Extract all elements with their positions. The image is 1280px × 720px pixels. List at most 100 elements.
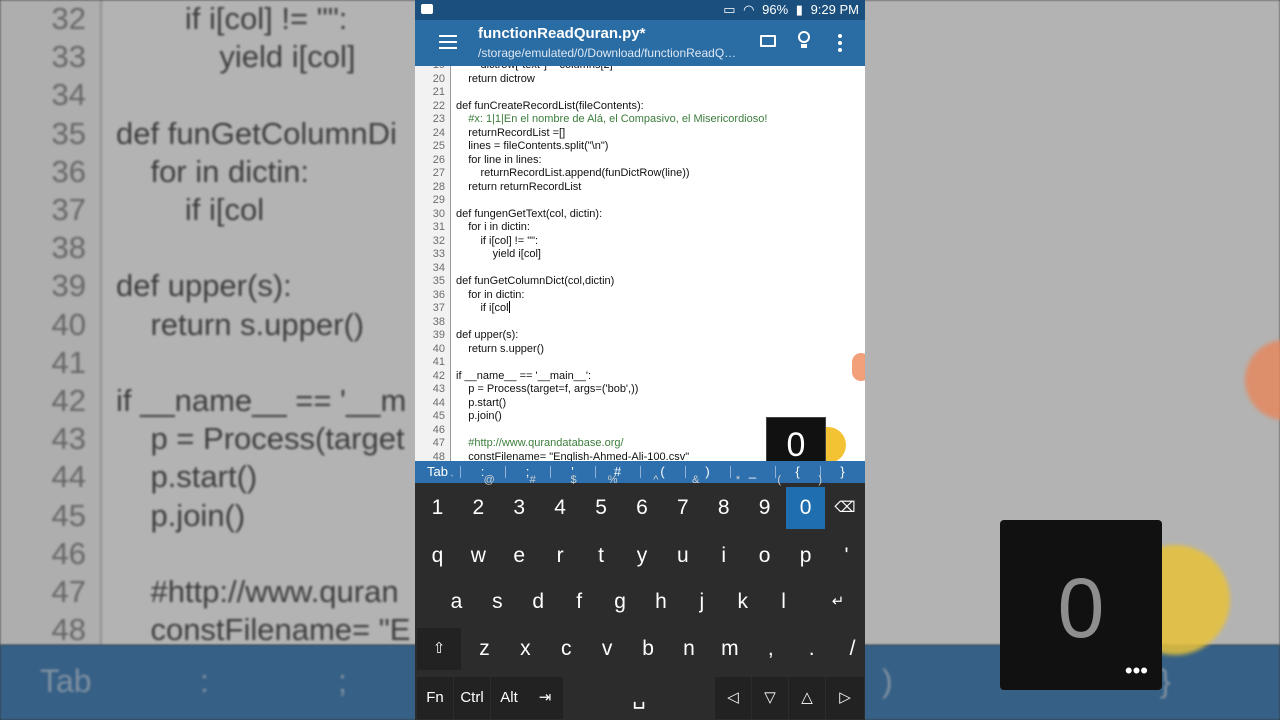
status-right: ▭ ◠ 96% ▮ 9:29 PM	[719, 2, 859, 18]
key-c[interactable]: c	[547, 628, 586, 670]
code-line: 44 p.start()	[415, 396, 865, 410]
key-9[interactable]: 9(	[745, 474, 784, 529]
key-alt-symbol: `	[450, 474, 454, 486]
key-i[interactable]: i	[704, 535, 743, 577]
key-l[interactable]: l	[764, 581, 803, 623]
arrow-right-key[interactable]: ▷	[826, 677, 864, 719]
key-e[interactable]: e	[500, 535, 539, 577]
key-w[interactable]: w	[459, 535, 498, 577]
code-line: 29	[415, 193, 865, 207]
key-0[interactable]: 0)	[786, 474, 825, 529]
key-quote[interactable]: '	[827, 535, 865, 577]
key-p[interactable]: p	[786, 535, 825, 577]
code-line: 26 for line in lines:	[415, 153, 865, 167]
enter-key[interactable]: ↵	[814, 581, 862, 623]
screen-record-icon	[421, 4, 433, 14]
key-alt-symbol: $	[570, 474, 577, 486]
key-3[interactable]: 3 #	[500, 474, 539, 529]
space-key[interactable]: ␣	[565, 677, 713, 719]
key-4[interactable]: 4 $	[541, 474, 580, 529]
line-text: p.start()	[456, 396, 507, 409]
key-n[interactable]: n	[670, 628, 709, 670]
key-8[interactable]: 8 *	[704, 474, 743, 529]
arrow-down-key[interactable]: ▽	[752, 677, 788, 719]
key-alt-symbol: @	[483, 474, 495, 486]
code-line: 31 for i in dictin:	[415, 220, 865, 234]
key-comma[interactable]: ,	[751, 628, 790, 670]
line-number: 41	[432, 356, 445, 368]
code-line: 21	[415, 85, 865, 99]
extra-key-symbol[interactable]: }	[820, 461, 865, 483]
key-u[interactable]: u	[663, 535, 702, 577]
key-ctrl[interactable]: Ctrl	[454, 677, 490, 719]
key-z[interactable]: z	[465, 628, 504, 670]
extra-keys-bar: Tab:; ' #() _{}	[415, 461, 865, 483]
lightbulb-icon[interactable]	[797, 31, 811, 51]
line-text: def fungenGetText(col, dictin):	[456, 207, 603, 220]
battery-percent: 96%	[762, 2, 789, 17]
scroll-handle[interactable]	[852, 353, 865, 381]
code-editor[interactable]: 19 dictrow["text"] = columns[2]20 return…	[415, 66, 865, 461]
key-period[interactable]: .	[792, 628, 831, 670]
code-line: 34	[415, 261, 865, 275]
key-o[interactable]: o	[745, 535, 784, 577]
key-b[interactable]: b	[629, 628, 668, 670]
hamburger-menu-icon[interactable]	[439, 35, 457, 51]
line-number: 30	[432, 207, 445, 220]
key-slash[interactable]: /	[833, 628, 865, 670]
key-r[interactable]: r	[541, 535, 580, 577]
overflow-menu-icon[interactable]	[838, 34, 842, 52]
key-t[interactable]: t	[582, 535, 621, 577]
key-m[interactable]: m	[710, 628, 749, 670]
line-number: 36	[432, 288, 445, 301]
shift-key[interactable]: ⇧	[417, 628, 461, 670]
line-number: 20	[432, 72, 445, 85]
line-number: 42	[432, 369, 445, 382]
line-number: 28	[432, 180, 445, 193]
code-line: 27 returnRecordList.append(funDictRow(li…	[415, 166, 865, 180]
tab-key[interactable]: ⇥	[527, 677, 563, 719]
key-h[interactable]: h	[642, 581, 681, 623]
code-line: 30 def fungenGetText(col, dictin):	[415, 207, 865, 221]
extra-key-symbol[interactable]: #	[595, 461, 640, 483]
arrow-left-key[interactable]: ◁	[715, 677, 751, 719]
line-text: def funGetColumnDict(col,dictin)	[456, 275, 615, 287]
line-number: 47	[432, 437, 445, 449]
extra-key-symbol[interactable]: :	[460, 461, 505, 483]
text-cursor	[508, 301, 510, 313]
code-line: 33 yield i[col]	[415, 247, 865, 261]
line-number: 27	[432, 167, 445, 179]
extra-key-symbol[interactable]: {	[775, 461, 820, 483]
key-v[interactable]: v	[588, 628, 627, 670]
extra-key-separator	[640, 466, 641, 478]
key-a[interactable]: a	[437, 581, 476, 623]
key-q[interactable]: q	[418, 535, 457, 577]
key-d[interactable]: d	[519, 581, 558, 623]
key-7[interactable]: 7 &	[663, 474, 702, 529]
key-k[interactable]: k	[723, 581, 762, 623]
extra-key-separator	[595, 466, 596, 478]
key-s[interactable]: s	[478, 581, 517, 623]
key-1[interactable]: 1 `	[418, 474, 457, 529]
extra-key-symbol[interactable]: ;	[505, 461, 550, 483]
key-j[interactable]: j	[682, 581, 721, 623]
code-line: 38	[415, 315, 865, 329]
clock: 9:29 PM	[810, 2, 859, 17]
key-fn[interactable]: Fn	[417, 677, 453, 719]
key-y[interactable]: y	[623, 535, 662, 577]
line-number: 31	[432, 221, 445, 233]
key-5[interactable]: 5%	[582, 474, 621, 529]
folder-icon[interactable]	[760, 35, 776, 47]
extra-key-symbol[interactable]: (	[640, 461, 685, 483]
key-6[interactable]: 6 ^	[623, 474, 662, 529]
key-f[interactable]: f	[560, 581, 599, 623]
code-line: 32 if i[col] != "":	[415, 234, 865, 248]
backspace-key[interactable]: ⌫	[826, 487, 864, 529]
key-2[interactable]: 2 @	[459, 474, 498, 529]
arrow-up-key[interactable]: △	[789, 677, 825, 719]
key-x[interactable]: x	[506, 628, 545, 670]
line-number: 46	[432, 423, 445, 436]
key-alt[interactable]: Alt	[491, 677, 527, 719]
line-text: for line in lines:	[456, 153, 542, 166]
key-g[interactable]: g	[601, 581, 640, 623]
